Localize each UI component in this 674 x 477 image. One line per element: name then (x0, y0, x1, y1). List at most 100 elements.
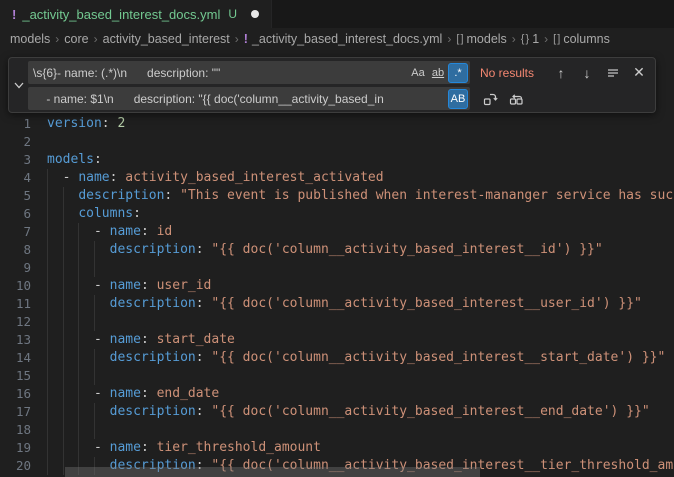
line-content: - name: end_date (31, 386, 219, 401)
line-number: 10 (0, 277, 31, 295)
line-content: models: (31, 152, 102, 167)
line-content (31, 260, 47, 275)
previous-match-button[interactable]: ↑ (551, 63, 571, 83)
tab-active[interactable]: ! _activity_based_interest_docs.yml U (0, 0, 272, 28)
indent-guide (78, 331, 79, 349)
replace-input[interactable]: - name: $1\n description: "{{ doc('colum… (28, 87, 470, 110)
replace-row: - name: $1\n description: "{{ doc('colum… (28, 87, 649, 110)
find-row: \s{6}- name: (.*)\n description: "" Aa a… (28, 61, 649, 84)
line-number: 15 (0, 367, 31, 385)
line-content (31, 422, 47, 437)
code-line[interactable]: 16 - name: end_date (0, 385, 674, 403)
indent-guide (78, 439, 79, 457)
breadcrumb-item[interactable]: [ ]columns (553, 32, 610, 46)
code-line[interactable]: 19 - name: tier_threshold_amount (0, 439, 674, 457)
horizontal-scrollbar-thumb[interactable] (65, 467, 480, 477)
indent-guide (94, 421, 95, 439)
indent-guide (47, 205, 48, 223)
line-number: 17 (0, 403, 31, 421)
regex-toggle[interactable]: .* (448, 63, 468, 83)
toggle-replace-button[interactable] (9, 58, 28, 112)
preserve-case-toggle[interactable]: AB (448, 89, 468, 109)
indent-guide (78, 367, 79, 385)
code-line[interactable]: 12 (0, 313, 674, 331)
breadcrumb-label: _activity_based_interest_docs.yml (252, 32, 442, 46)
indent-guide (47, 295, 48, 313)
line-content (31, 314, 47, 329)
line-content: description: "{{ doc('column__activity_b… (31, 404, 650, 419)
indent-guide (63, 421, 64, 439)
indent-guide (47, 349, 48, 367)
breadcrumb-item[interactable]: { }1 (521, 32, 539, 46)
code-line[interactable]: 3models: (0, 151, 674, 169)
indent-guide (63, 259, 64, 277)
code-line[interactable]: 15 (0, 367, 674, 385)
editor-area[interactable]: \s{6}- name: (.*)\n description: "" Aa a… (0, 50, 674, 477)
breadcrumb-item[interactable]: !_activity_based_interest_docs.yml (244, 32, 443, 46)
indent-guide (63, 385, 64, 403)
line-content (31, 134, 47, 149)
whole-word-toggle[interactable]: ab (428, 63, 448, 83)
breadcrumb-label: 1 (532, 32, 539, 46)
breadcrumb-item[interactable]: core (64, 32, 88, 46)
code-line[interactable]: 5 description: "This event is published … (0, 187, 674, 205)
close-find-button[interactable]: ✕ (629, 63, 649, 83)
replace-all-button[interactable] (506, 89, 526, 109)
indent-guide (63, 223, 64, 241)
chevron-down-icon (13, 79, 25, 91)
replace-icon (483, 91, 498, 106)
line-number: 5 (0, 187, 31, 205)
find-widget: \s{6}- name: (.*)\n description: "" Aa a… (8, 57, 656, 113)
indent-guide (47, 277, 48, 295)
indent-guide (94, 295, 95, 313)
yaml-warning-icon: ! (12, 7, 16, 22)
indent-guide (47, 403, 48, 421)
code-line[interactable]: 10 - name: user_id (0, 277, 674, 295)
unsaved-dot-icon[interactable] (251, 10, 259, 18)
replace-all-icon (509, 91, 524, 106)
replace-button[interactable] (480, 89, 500, 109)
breadcrumb-separator-icon: › (235, 32, 239, 46)
indent-guide (63, 331, 64, 349)
breadcrumb-item[interactable]: models (10, 32, 50, 46)
code-line[interactable]: 13 - name: start_date (0, 331, 674, 349)
search-input[interactable]: \s{6}- name: (.*)\n description: "" Aa a… (28, 61, 470, 84)
indent-guide (94, 349, 95, 367)
tab-bar: ! _activity_based_interest_docs.yml U (0, 0, 674, 28)
breadcrumb-item[interactable]: [ ]models (456, 32, 506, 46)
line-number: 14 (0, 349, 31, 367)
breadcrumb-separator-icon: › (512, 32, 516, 46)
code-line[interactable]: 6 columns: (0, 205, 674, 223)
next-match-button[interactable]: ↓ (577, 63, 597, 83)
code-line[interactable]: 4 - name: activity_based_interest_activa… (0, 169, 674, 187)
line-number: 19 (0, 439, 31, 457)
indent-guide (63, 295, 64, 313)
indent-guide (94, 259, 95, 277)
code-line[interactable]: 9 (0, 259, 674, 277)
breadcrumb-label: columns (563, 32, 610, 46)
line-number: 2 (0, 133, 31, 151)
code-line[interactable]: 14 description: "{{ doc('column__activit… (0, 349, 674, 367)
code-line[interactable]: 7 - name: id (0, 223, 674, 241)
code-line[interactable]: 8 description: "{{ doc('column__activity… (0, 241, 674, 259)
indent-guide (47, 421, 48, 439)
indent-guide (47, 385, 48, 403)
code-line[interactable]: 11 description: "{{ doc('column__activit… (0, 295, 674, 313)
line-number: 11 (0, 295, 31, 313)
tab-filename: _activity_based_interest_docs.yml (22, 7, 220, 22)
code-line[interactable]: 17 description: "{{ doc('column__activit… (0, 403, 674, 421)
code-line[interactable]: 18 (0, 421, 674, 439)
match-case-toggle[interactable]: Aa (408, 63, 428, 83)
breadcrumb-item[interactable]: activity_based_interest (103, 32, 230, 46)
line-number: 4 (0, 169, 31, 187)
indent-guide (78, 403, 79, 421)
code-line[interactable]: 2 (0, 133, 674, 151)
line-content (31, 368, 47, 383)
search-input-value: \s{6}- name: (.*)\n description: "" (33, 66, 408, 80)
find-in-selection-button[interactable] (603, 63, 623, 83)
breadcrumb-label: activity_based_interest (103, 32, 230, 46)
selection-icon (606, 66, 620, 80)
line-number: 13 (0, 331, 31, 349)
indent-guide (47, 169, 48, 187)
code-line[interactable]: 1version: 2 (0, 115, 674, 133)
